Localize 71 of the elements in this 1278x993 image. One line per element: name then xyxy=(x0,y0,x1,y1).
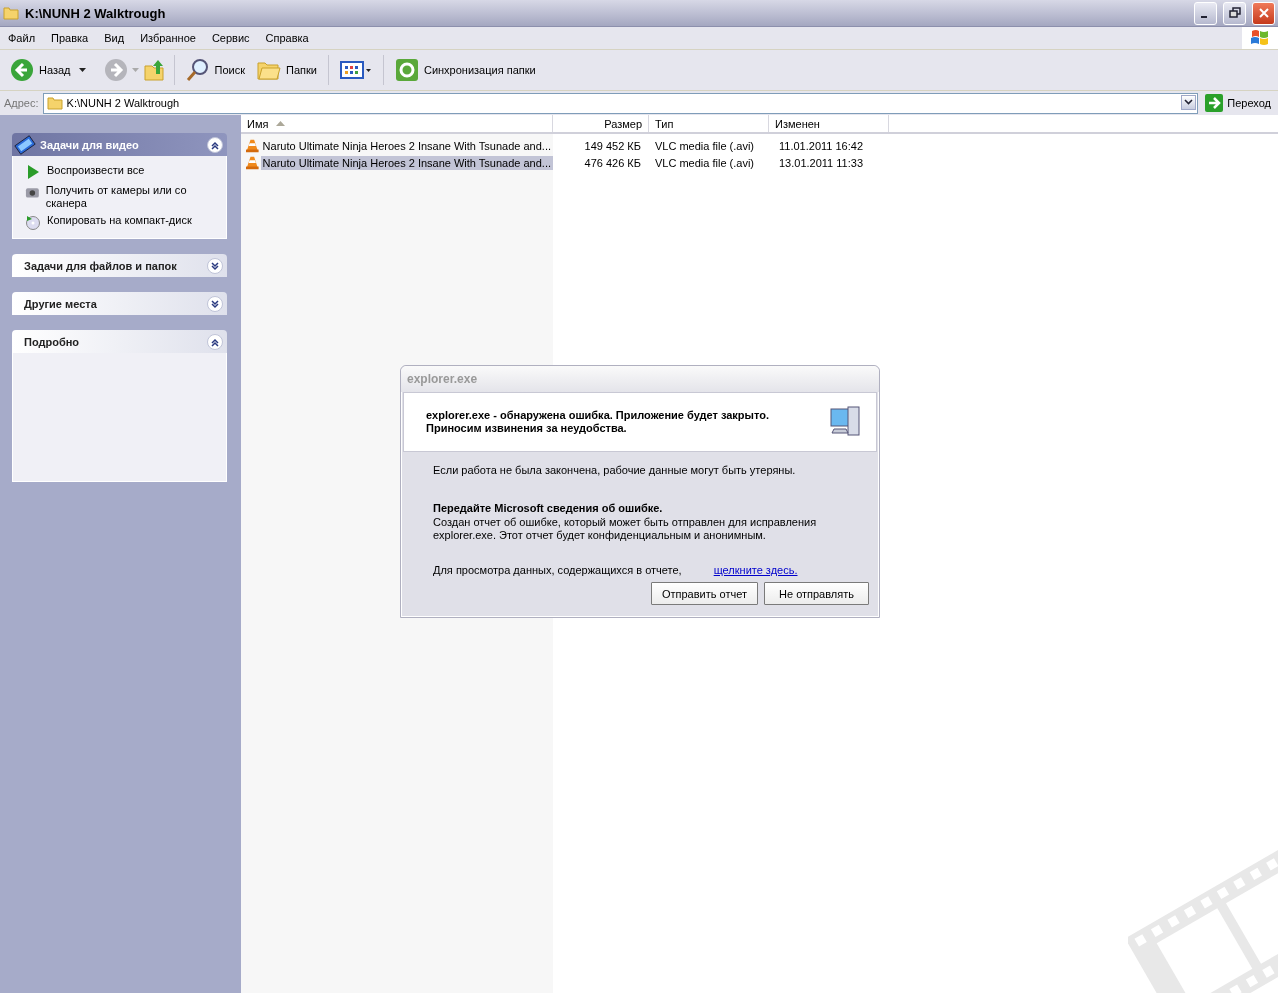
search-button[interactable]: Поиск xyxy=(181,55,249,85)
menu-item[interactable]: Правка xyxy=(43,32,97,44)
task-link[interactable]: Получить от камеры или со сканера xyxy=(45,184,216,210)
panel-title: Другие места xyxy=(24,297,98,310)
play-icon xyxy=(25,164,41,180)
panel-header[interactable]: Задачи для файлов и папок xyxy=(12,254,227,277)
computer-icon xyxy=(828,405,862,439)
panel-title: Задачи для видео xyxy=(40,138,140,151)
flag-logo-icon xyxy=(1250,29,1270,47)
menu-item[interactable]: Избранное xyxy=(132,32,204,44)
file-name[interactable]: Naruto Ultimate Ninja Heroes 2 Insane With Tsunade and... xyxy=(260,138,553,153)
dialog-button[interactable]: Отправить отчет xyxy=(650,582,758,605)
file-date: 11.01.2011 16:42 xyxy=(778,139,864,152)
panel-header[interactable]: Задачи для видео xyxy=(12,133,227,156)
restore-icon xyxy=(1228,7,1241,19)
address-field[interactable]: K:\NUNH 2 Walktrough xyxy=(42,92,1199,114)
search-icon xyxy=(185,58,210,82)
panel-header[interactable]: Другие места xyxy=(12,292,227,315)
dialog-body-text: Создан отчет об ошибке, который может быть отправлен для исправления explorer.exe. Этот отчет будет конфиденциальным и анонимным. xyxy=(433,516,818,542)
dialog-title: explorer.exe xyxy=(401,366,879,392)
close-icon xyxy=(1257,7,1270,19)
file-size: 476 426 КБ xyxy=(583,156,642,169)
folder-up-icon[interactable] xyxy=(142,58,167,82)
warning-text: Если работа не была закончена, рабочие данные могут быть утеряны. xyxy=(433,464,797,476)
panel-title: Подробно xyxy=(24,335,81,348)
folder-icon xyxy=(257,59,281,81)
expand-icon[interactable] xyxy=(207,257,223,274)
minimize-button[interactable] xyxy=(1194,1,1217,25)
collapse-icon[interactable] xyxy=(207,333,223,350)
task-link[interactable]: Воспроизвести все xyxy=(47,164,145,177)
film-icon xyxy=(14,133,36,156)
details-link[interactable]: щелкните здесь. xyxy=(713,564,798,576)
column-header[interactable]: Изменен xyxy=(769,115,889,132)
dropdown-arrow-icon[interactable] xyxy=(78,68,86,72)
sort-arrow-icon xyxy=(276,121,286,126)
folder-icon xyxy=(46,96,63,110)
sync-icon xyxy=(394,58,419,82)
menu-item[interactable]: Справка xyxy=(257,32,317,44)
collapse-icon[interactable] xyxy=(207,136,223,153)
back-button[interactable]: Назад xyxy=(6,55,75,85)
traffic-cone-icon xyxy=(246,155,259,170)
dialog-subheading: Передайте Microsoft сведения об ошибке. xyxy=(433,502,664,514)
go-arrow-icon xyxy=(1205,94,1224,112)
task-link[interactable]: Копировать на компакт-диск xyxy=(47,214,192,227)
sync-folder-button[interactable]: Синхронизация папки xyxy=(390,55,540,85)
folder-icon xyxy=(3,6,19,20)
address-label: Адрес: xyxy=(4,97,39,109)
file-type: VLC media file (.avi) xyxy=(654,139,756,152)
menu-item[interactable]: Сервис xyxy=(203,32,258,44)
folders-button[interactable]: Папки xyxy=(253,56,321,84)
window-title: K:\NUNH 2 Walktrough xyxy=(25,5,167,21)
disc-icon xyxy=(25,214,41,230)
file-size: 149 452 КБ xyxy=(583,139,642,152)
minimize-icon xyxy=(1200,16,1207,18)
expand-icon[interactable] xyxy=(207,295,223,312)
column-header[interactable]: Имя xyxy=(241,115,553,132)
panel-title: Задачи для файлов и папок xyxy=(24,259,178,272)
file-type: VLC media file (.avi) xyxy=(654,156,756,169)
menu-item[interactable]: Вид xyxy=(96,32,133,44)
column-header[interactable]: Размер xyxy=(553,115,649,132)
dialog-button[interactable]: Не отправлять xyxy=(764,582,869,605)
details-text: Для просмотра данных, содержащихся в отчете, xyxy=(433,564,682,576)
menu-item[interactable]: Файл xyxy=(0,32,44,44)
dialog-heading: explorer.exe - обнаружена ошибка. Приложение будет закрыто. Приносим извинения за неудобства. xyxy=(426,409,770,435)
column-header[interactable]: Тип xyxy=(649,115,769,132)
go-button[interactable]: Переход xyxy=(1202,94,1274,112)
traffic-cone-icon xyxy=(246,138,259,153)
panel-header[interactable]: Подробно xyxy=(12,330,227,353)
file-date: 13.01.2011 11:33 xyxy=(778,156,864,169)
close-button[interactable] xyxy=(1252,1,1275,25)
restore-button[interactable] xyxy=(1223,1,1246,25)
